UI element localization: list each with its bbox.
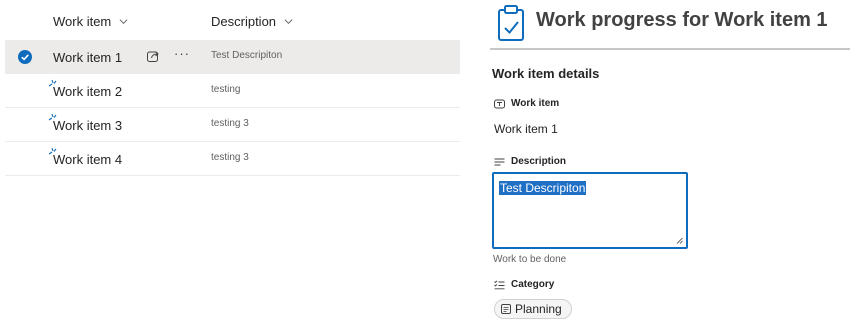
more-options-icon[interactable]: ···: [174, 46, 190, 61]
category-chip[interactable]: Planning: [494, 299, 572, 319]
text-lines-icon: [494, 158, 505, 165]
list-row[interactable]: Work item 1 ··· Test Descripiton: [5, 40, 460, 74]
category-field-label: Category: [494, 279, 554, 290]
category-tag-icon: [501, 304, 511, 314]
list-row[interactable]: Work item 4 testing 3: [5, 142, 460, 176]
column-header-description[interactable]: Description: [211, 14, 293, 29]
row-description: testing: [211, 84, 241, 95]
description-field-label: Description: [494, 156, 566, 167]
title-divider: [490, 48, 850, 50]
category-chip-label: Planning: [515, 302, 562, 316]
chevron-down-icon: [284, 19, 293, 25]
work-item-label-text: Work item: [511, 98, 560, 109]
list-row[interactable]: Work item 2 testing: [5, 74, 460, 108]
row-description: testing 3: [211, 152, 249, 163]
share-icon[interactable]: [146, 49, 160, 63]
description-textarea[interactable]: Test Descripiton: [492, 172, 688, 249]
checklist-icon: [494, 280, 505, 289]
category-label-text: Category: [511, 279, 555, 290]
description-textarea-value[interactable]: Test Descripiton: [499, 181, 587, 195]
row-selected-check-icon[interactable]: [18, 50, 32, 64]
clipboard-task-icon: [498, 5, 524, 41]
list-header: Work item Description: [5, 0, 460, 40]
work-progress-form: Work progress for Work item 1 Work item …: [490, 0, 850, 332]
work-items-list: Work item Description Work item 1 ··· Te…: [5, 0, 460, 176]
description-label-text: Description: [511, 156, 567, 167]
description-hint: Work to be done: [493, 254, 567, 265]
work-item-value: Work item 1: [494, 122, 558, 136]
row-name[interactable]: Work item 2: [53, 84, 122, 99]
chevron-down-icon: [119, 19, 128, 25]
row-name[interactable]: Work item 3: [53, 118, 122, 133]
work-item-field-label: Work item: [494, 98, 559, 109]
row-description: testing 3: [211, 118, 249, 129]
list-row[interactable]: Work item 3 testing 3: [5, 108, 460, 142]
row-name[interactable]: Work item 4: [53, 152, 122, 167]
column-header-description-label: Description: [211, 14, 277, 29]
resize-grip-icon[interactable]: [676, 237, 683, 244]
page-title: Work progress for Work item 1: [536, 9, 828, 31]
column-header-work-item-label: Work item: [53, 14, 112, 29]
section-title: Work item details: [492, 66, 600, 81]
checkmark-icon: [21, 54, 29, 61]
textbox-icon: [494, 99, 505, 108]
column-header-work-item[interactable]: Work item: [53, 14, 128, 29]
row-name[interactable]: Work item 1: [53, 50, 122, 65]
row-description: Test Descripiton: [211, 50, 283, 61]
